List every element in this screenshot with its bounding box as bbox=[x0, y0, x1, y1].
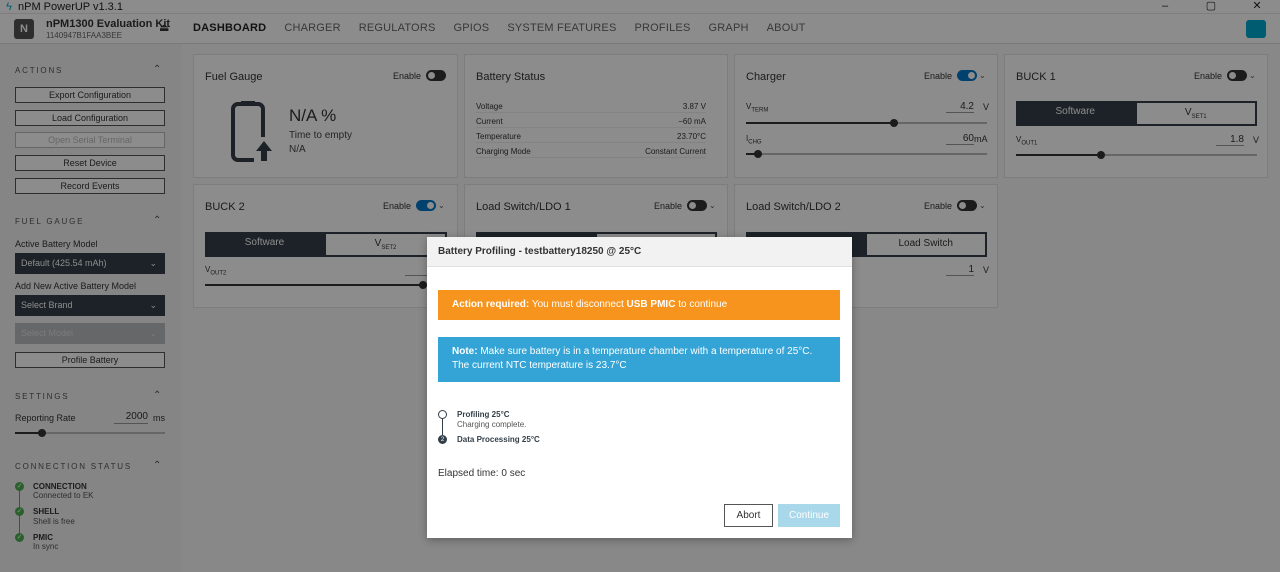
note-alert: Note: Make sure battery is in a temperat… bbox=[438, 337, 840, 382]
elapsed-time: Elapsed time: 0 sec bbox=[438, 468, 526, 479]
alert-text: You must disconnect bbox=[529, 299, 627, 310]
alert-bold: Action required: bbox=[452, 299, 530, 310]
abort-button[interactable]: Abort bbox=[724, 504, 773, 527]
step-number-icon: 2 bbox=[438, 435, 447, 444]
step-profiling-sub: Charging complete. bbox=[457, 420, 527, 429]
dialog-title: Battery Profiling - testbattery18250 @ 2… bbox=[427, 237, 852, 267]
continue-button[interactable]: Continue bbox=[778, 504, 840, 527]
alert-bold-device: USB PMIC bbox=[626, 299, 676, 310]
note-bold: Note: bbox=[452, 346, 478, 357]
step-data-processing-title: Data Processing 25°C bbox=[457, 435, 540, 444]
alert-text-end: to continue bbox=[675, 299, 728, 310]
battery-profiling-dialog: Battery Profiling - testbattery18250 @ 2… bbox=[427, 237, 852, 538]
note-text: Make sure battery is in a temperature ch… bbox=[452, 346, 813, 371]
action-required-alert: Action required: You must disconnect USB… bbox=[438, 290, 840, 320]
step-pending-icon bbox=[438, 410, 447, 419]
step-connector-line bbox=[442, 418, 443, 436]
step-profiling-title: Profiling 25°C bbox=[457, 410, 510, 419]
